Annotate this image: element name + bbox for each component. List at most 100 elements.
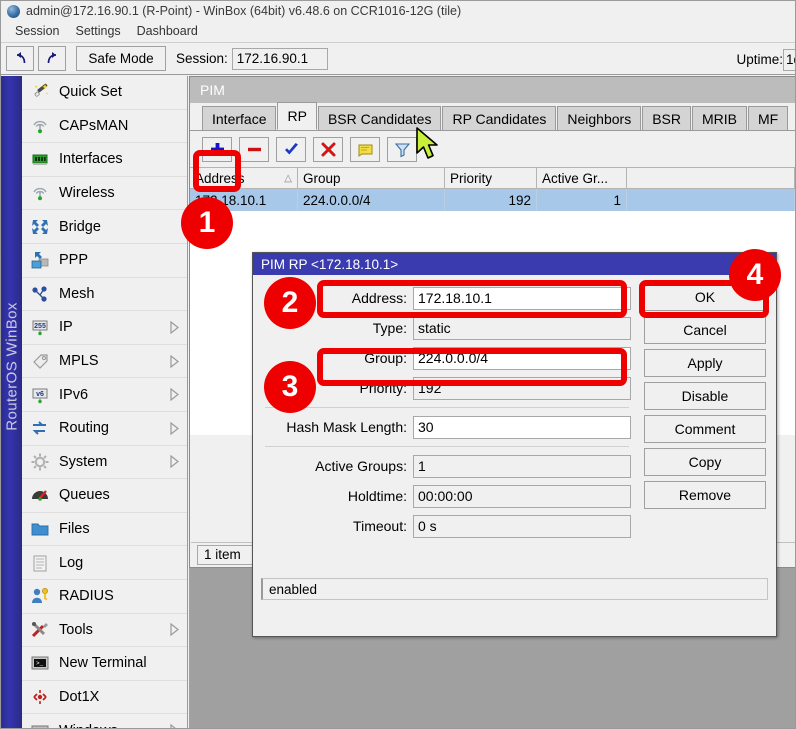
ok-button[interactable]: OK bbox=[644, 283, 766, 311]
sidebar-item-dot1x[interactable]: Dot1X bbox=[22, 681, 187, 715]
menu-item-session[interactable]: Session bbox=[7, 23, 67, 39]
session-input[interactable]: 172.16.90.1 bbox=[232, 48, 328, 70]
hash-mask-length-label: Hash Mask Length: bbox=[263, 419, 413, 435]
menu-item-dashboard[interactable]: Dashboard bbox=[129, 23, 206, 39]
sidebar-item-system[interactable]: System bbox=[22, 446, 187, 480]
cancel-button[interactable]: Cancel bbox=[644, 316, 766, 344]
restore-window-icon bbox=[760, 260, 769, 267]
sidebar-item-mpls[interactable]: MPLS bbox=[22, 345, 187, 379]
sidebar-item-label: Log bbox=[59, 555, 187, 571]
sidebar-item-queues[interactable]: Queues bbox=[22, 479, 187, 513]
sidebar-item-wireless[interactable]: Wireless bbox=[22, 177, 187, 211]
chevron-right-icon bbox=[167, 623, 181, 636]
safe-mode-button[interactable]: Safe Mode bbox=[76, 46, 166, 71]
tab-label: MRIB bbox=[702, 111, 737, 127]
remove-button[interactable]: Remove bbox=[644, 481, 766, 509]
button-label: Remove bbox=[679, 487, 731, 503]
sidebar-item-interfaces[interactable]: Interfaces bbox=[22, 143, 187, 177]
undo-button[interactable] bbox=[6, 46, 34, 71]
main-toolbar: Safe Mode Session: 172.16.90.1 Uptime: 1… bbox=[1, 42, 796, 75]
tab-bsr-candidates[interactable]: BSR Candidates bbox=[318, 106, 442, 130]
button-label: Apply bbox=[687, 355, 722, 371]
sidebar-item-files[interactable]: Files bbox=[22, 513, 187, 547]
tab-neighbors[interactable]: Neighbors bbox=[557, 106, 641, 130]
antenna-icon bbox=[29, 115, 51, 137]
address-field[interactable]: 172.18.10.1 bbox=[413, 287, 631, 310]
table-row[interactable]: 172.18.10.1 224.0.0.0/4 192 1 bbox=[190, 189, 795, 211]
dialog-status-label: enabled bbox=[269, 582, 317, 597]
column-header-address[interactable]: Address △ bbox=[190, 168, 298, 189]
mesh-icon bbox=[29, 283, 51, 305]
sidebar-item-routing[interactable]: Routing bbox=[22, 412, 187, 446]
disable-button[interactable]: Disable bbox=[644, 382, 766, 410]
queues-icon bbox=[29, 484, 51, 506]
tab-mrib[interactable]: MRIB bbox=[692, 106, 747, 130]
tab-label: RP bbox=[287, 108, 306, 124]
tab-interface[interactable]: Interface bbox=[202, 106, 276, 130]
tools-icon bbox=[29, 619, 51, 641]
column-header-group[interactable]: Group bbox=[298, 168, 445, 189]
type-field[interactable]: static bbox=[413, 317, 631, 340]
priority-field[interactable]: 192 bbox=[413, 377, 631, 400]
field-row-type: Type: static bbox=[263, 313, 631, 343]
restore-window-button[interactable] bbox=[756, 256, 772, 271]
menu-item-settings[interactable]: Settings bbox=[67, 23, 128, 39]
sidebar-item-ppp[interactable]: PPP bbox=[22, 244, 187, 278]
field-row-hash-mask-length: Hash Mask Length: 30 bbox=[263, 412, 631, 442]
enable-button[interactable] bbox=[276, 137, 306, 162]
tab-bsr[interactable]: BSR bbox=[642, 106, 691, 130]
disable-button[interactable] bbox=[313, 137, 343, 162]
column-header-empty[interactable] bbox=[627, 168, 795, 189]
sidebar-item-bridge[interactable]: Bridge bbox=[22, 210, 187, 244]
column-header-active-groups[interactable]: Active Gr... bbox=[537, 168, 627, 189]
sidebar-item-log[interactable]: Log bbox=[22, 546, 187, 580]
dialog-button-column: OK Cancel Apply Disable Comment Copy Rem… bbox=[644, 283, 766, 509]
sidebar-item-label: Interfaces bbox=[59, 151, 187, 167]
tab-mfc[interactable]: MF bbox=[748, 106, 788, 130]
nic-card-icon bbox=[29, 148, 51, 170]
antenna-icon bbox=[29, 182, 51, 204]
sidebar-item-label: CAPsMAN bbox=[59, 118, 187, 134]
redo-button[interactable] bbox=[38, 46, 66, 71]
holdtime-value: 00:00:00 bbox=[418, 488, 473, 504]
sidebar-item-label: Dot1X bbox=[59, 689, 187, 705]
comment-button[interactable] bbox=[350, 137, 380, 162]
sidebar-item-ipv6[interactable]: v6 IPv6 bbox=[22, 378, 187, 412]
wand-icon bbox=[29, 81, 51, 103]
sidebar-item-label: RADIUS bbox=[59, 588, 187, 604]
sidebar-item-windows[interactable]: Windows bbox=[22, 714, 187, 729]
group-field[interactable]: 224.0.0.0/4 bbox=[413, 347, 631, 370]
active-groups-field[interactable]: 1 bbox=[413, 455, 631, 478]
button-label: Disable bbox=[682, 388, 729, 404]
hash-mask-length-field[interactable]: 30 bbox=[413, 416, 631, 439]
sidebar-item-quick-set[interactable]: Quick Set bbox=[22, 76, 187, 110]
apply-button[interactable]: Apply bbox=[644, 349, 766, 377]
sidebar-item-ip[interactable]: 255 IP bbox=[22, 311, 187, 345]
form-divider bbox=[265, 446, 629, 447]
sidebar-item-radius[interactable]: RADIUS bbox=[22, 580, 187, 614]
holdtime-field[interactable]: 00:00:00 bbox=[413, 485, 631, 508]
add-button[interactable] bbox=[202, 137, 232, 162]
svg-text:>_: >_ bbox=[36, 660, 44, 667]
pim-tab-bar: Interface RP BSR Candidates RP Candidate… bbox=[190, 103, 795, 131]
copy-button[interactable]: Copy bbox=[644, 448, 766, 476]
remove-button[interactable] bbox=[239, 137, 269, 162]
filter-button[interactable] bbox=[387, 137, 417, 162]
field-row-priority: Priority: 192 bbox=[263, 373, 631, 403]
column-header-priority[interactable]: Priority bbox=[445, 168, 537, 189]
group-value: 224.0.0.0/4 bbox=[418, 350, 488, 366]
pim-window-title: PIM bbox=[200, 82, 225, 98]
windows-icon bbox=[29, 720, 51, 729]
tab-rp-candidates[interactable]: RP Candidates bbox=[442, 106, 556, 130]
tab-rp[interactable]: RP bbox=[277, 102, 316, 130]
sidebar-item-mesh[interactable]: Mesh bbox=[22, 278, 187, 312]
comment-button[interactable]: Comment bbox=[644, 415, 766, 443]
sidebar-item-tools[interactable]: Tools bbox=[22, 614, 187, 648]
timeout-field[interactable]: 0 s bbox=[413, 515, 631, 538]
sidebar-item-label: Queues bbox=[59, 487, 187, 503]
uptime-label: Uptime: bbox=[736, 52, 783, 67]
sidebar-item-new-terminal[interactable]: >_ New Terminal bbox=[22, 647, 187, 681]
column-label: Active Gr... bbox=[542, 171, 608, 186]
sidebar-item-capsman[interactable]: CAPsMAN bbox=[22, 110, 187, 144]
field-row-timeout: Timeout: 0 s bbox=[263, 511, 631, 541]
